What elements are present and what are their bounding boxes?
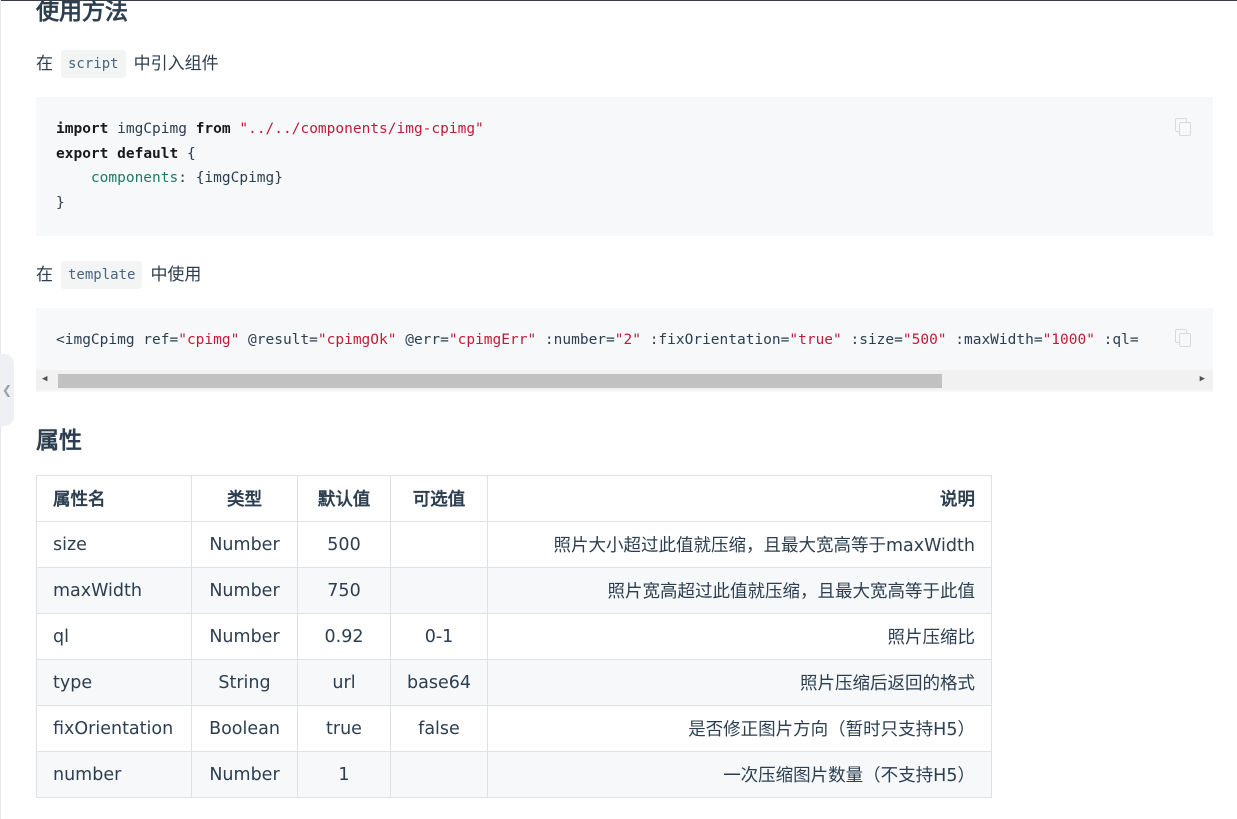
code-text: <imgCpimg ref= xyxy=(56,332,179,348)
column-header-type: 类型 xyxy=(191,475,298,522)
cell-options: 0-1 xyxy=(390,613,488,660)
usage-heading: 使用方法 xyxy=(36,0,128,25)
template-code-line: <imgCpimg ref="cpimg" @result="cpimgOk" … xyxy=(56,328,1139,353)
code-keyword: from xyxy=(195,121,231,137)
copy-icon[interactable] xyxy=(1175,329,1191,347)
table-header-row: 属性名 类型 默认值 可选值 说明 xyxy=(36,475,992,522)
cell-options: base64 xyxy=(390,659,488,706)
code-text: :ql= xyxy=(1094,332,1139,348)
table-row: size Number 500 照片大小超过此值就压缩，且最大宽高等于maxWi… xyxy=(36,521,992,568)
cell-description: 照片大小超过此值就压缩，且最大宽高等于maxWidth xyxy=(486,521,992,568)
cell-type: Number xyxy=(191,567,298,614)
cell-default: 500 xyxy=(297,521,391,568)
arrow-right-icon[interactable]: ▶ xyxy=(1200,374,1205,384)
code-property: components xyxy=(90,170,179,186)
cell-type: Number xyxy=(191,751,298,798)
script-code-lines: import imgCpimg from "../../components/i… xyxy=(56,117,484,215)
table-row: number Number 1 一次压缩图片数量（不支持H5） xyxy=(36,751,992,798)
cell-description: 照片宽高超过此值就压缩，且最大宽高等于此值 xyxy=(486,567,992,614)
cell-name: size xyxy=(36,521,192,568)
code-text: :size= xyxy=(841,332,903,348)
template-intro-suffix: 中使用 xyxy=(150,265,202,285)
props-table: 属性名 类型 默认值 可选值 说明 size Number 500 照片大小超过… xyxy=(36,475,992,798)
sidebar-toggle-button[interactable]: ❮ xyxy=(0,354,14,426)
template-intro-prefix: 在 xyxy=(36,265,53,285)
cell-description: 照片压缩比 xyxy=(486,613,992,660)
code-string: "cpimgErr" xyxy=(448,332,537,348)
cell-options xyxy=(390,751,488,798)
code-string: "2" xyxy=(614,332,641,348)
code-text: :fixOrientation= xyxy=(640,332,790,348)
script-inline-code: script xyxy=(61,50,126,78)
cell-default: 1 xyxy=(297,751,391,798)
cell-default: url xyxy=(297,659,391,706)
code-string: "../../components/img-cpimg" xyxy=(230,121,484,137)
copy-icon[interactable] xyxy=(1175,118,1191,136)
chevron-left-icon: ❮ xyxy=(1,383,13,397)
code-text: @err= xyxy=(396,332,449,348)
cell-default: true xyxy=(297,705,391,752)
table-row: maxWidth Number 750 照片宽高超过此值就压缩，且最大宽高等于此… xyxy=(36,567,992,614)
window-top-border xyxy=(0,0,1237,1)
cell-name: ql xyxy=(36,613,192,660)
template-intro: 在 template 中使用 xyxy=(36,261,201,289)
cell-options xyxy=(390,567,488,614)
code-text: @result= xyxy=(239,332,318,348)
code-text: :number= xyxy=(536,332,615,348)
code-string: "cpimg" xyxy=(178,332,240,348)
cell-type: Boolean xyxy=(191,705,298,752)
scrollbar-thumb[interactable] xyxy=(58,374,942,388)
code-string: "true" xyxy=(789,332,842,348)
column-header-default: 默认值 xyxy=(297,475,391,522)
script-code-block: import imgCpimg from "../../components/i… xyxy=(36,97,1213,236)
arrow-left-icon[interactable]: ◀ xyxy=(42,374,47,384)
code-identifier: imgCpimg xyxy=(108,121,196,137)
cell-type: Number xyxy=(191,521,298,568)
column-header-options: 可选值 xyxy=(390,475,488,522)
code-string: "cpimgOk" xyxy=(317,332,397,348)
horizontal-scrollbar[interactable]: ◀ ▶ xyxy=(36,370,1213,390)
code-keyword: import xyxy=(56,121,109,137)
table-row: ql Number 0.92 0-1 照片压缩比 xyxy=(36,613,992,660)
cell-description: 是否修正图片方向（暂时只支持H5） xyxy=(486,705,992,752)
code-text: : {imgCpimg} xyxy=(178,170,283,186)
cell-options xyxy=(390,521,488,568)
column-header-name: 属性名 xyxy=(36,475,192,522)
code-text: } xyxy=(56,194,65,211)
cell-description: 照片压缩后返回的格式 xyxy=(486,659,992,706)
code-text: { xyxy=(178,145,196,162)
cell-name: fixOrientation xyxy=(36,705,192,752)
cell-type: Number xyxy=(191,613,298,660)
column-header-description: 说明 xyxy=(486,475,992,522)
script-intro-prefix: 在 xyxy=(36,54,53,74)
table-row: type String url base64 照片压缩后返回的格式 xyxy=(36,659,992,706)
props-heading: 属性 xyxy=(36,428,82,454)
cell-name: maxWidth xyxy=(36,567,192,614)
cell-name: type xyxy=(36,659,192,706)
cell-description: 一次压缩图片数量（不支持H5） xyxy=(486,751,992,798)
cell-options: false xyxy=(390,705,488,752)
code-string: "500" xyxy=(902,332,947,348)
cell-name: number xyxy=(36,751,192,798)
cell-type: String xyxy=(191,659,298,706)
code-keyword: export xyxy=(56,145,109,162)
cell-default: 750 xyxy=(297,567,391,614)
template-inline-code: template xyxy=(61,261,143,289)
table-row: fixOrientation Boolean true false 是否修正图片… xyxy=(36,705,992,752)
code-string: "1000" xyxy=(1042,332,1095,348)
code-text: :maxWidth= xyxy=(946,332,1043,348)
script-intro-suffix: 中引入组件 xyxy=(133,54,219,74)
script-intro: 在 script 中引入组件 xyxy=(36,50,219,78)
cell-default: 0.92 xyxy=(297,613,391,660)
code-keyword: default xyxy=(117,145,179,162)
template-code-block: <imgCpimg ref="cpimg" @result="cpimgOk" … xyxy=(36,308,1213,392)
